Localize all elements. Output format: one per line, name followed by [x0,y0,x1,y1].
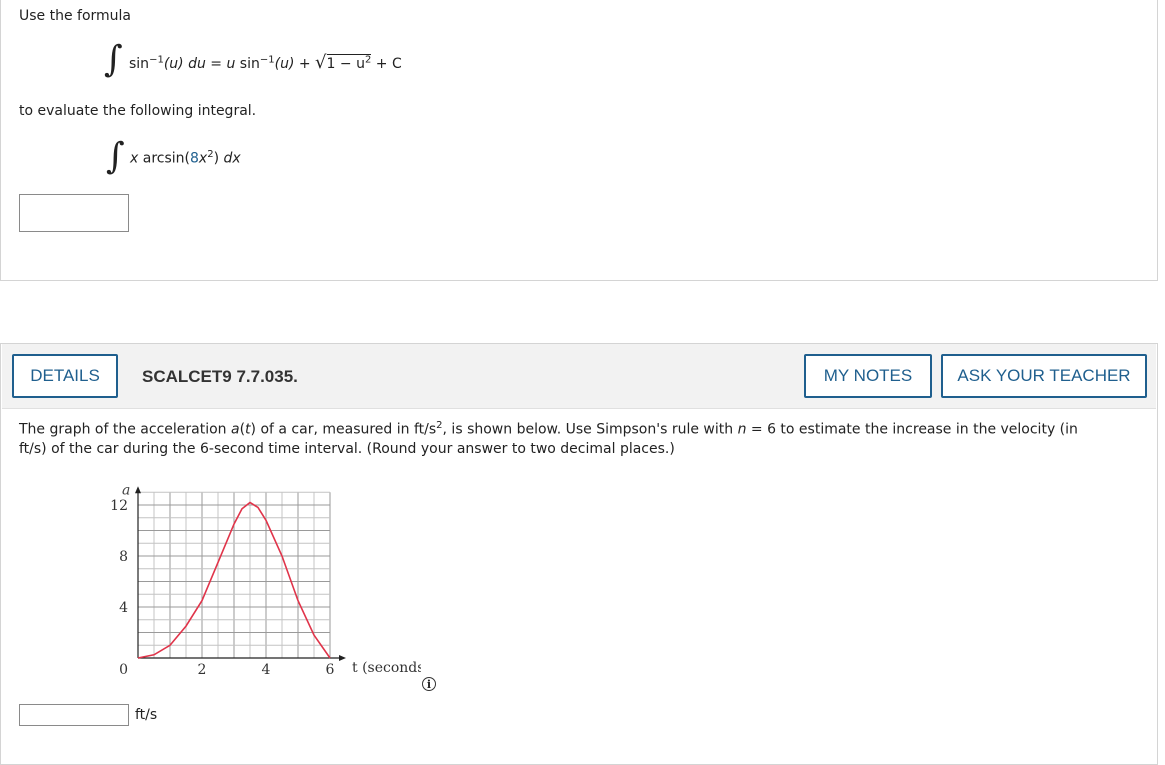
problem-text-line2: ft/s) of the car during the 6-second tim… [19,441,675,457]
my-notes-button[interactable]: MY NOTES [804,354,932,398]
question-code: SCALCET9 7.7.035. [142,367,298,386]
question-panel-2: DETAILS SCALCET9 7.7.035. MY NOTES ASK Y… [0,343,1158,765]
tick-labels: 2 4 6 12 8 4 0 [110,498,334,678]
acceleration-graph: 2 4 6 12 8 4 0 a t (seconds) [110,484,421,678]
x-tick-label: 4 [262,662,271,678]
y-tick-label: 4 [119,600,128,616]
y-tick-label: 8 [119,549,128,565]
intro-text: Use the formula [19,8,132,24]
x-axis-arrow [339,655,346,661]
x-axis-label: t (seconds) [352,660,421,676]
instruction-text: to evaluate the following integral. [19,103,257,119]
sqrt-symbol: √ [315,52,327,73]
info-icon[interactable]: i [422,677,436,691]
question-header: DETAILS SCALCET9 7.7.035. MY NOTES ASK Y… [2,344,1156,409]
integral-sign: ∫ [104,39,123,80]
y-axis-arrow [135,486,141,494]
x-tick-label: 6 [326,662,335,678]
y-tick-label: 12 [110,498,128,514]
formula-sin: sin [129,56,150,72]
unit-label: ft/s [135,707,158,723]
grid-lines [138,491,331,658]
details-button[interactable]: DETAILS [12,354,118,398]
question-panel-1: Use the formula ∫ sin−1(u) du = u sin−1(… [0,0,1158,281]
integral-answer-input[interactable] [19,194,129,232]
integral-sign-2: ∫ [106,136,125,177]
origin-label: 0 [119,662,128,678]
velocity-answer-input[interactable] [19,704,129,726]
ask-teacher-button[interactable]: ASK YOUR TEACHER [941,354,1147,398]
y-axis-label: a [122,484,130,498]
sqrt-body: 1 − u2 [326,54,372,72]
problem-text-line1: The graph of the acceleration a(t) of a … [19,420,1078,438]
coefficient: 8 [190,150,199,167]
x-tick-label: 2 [198,662,207,678]
